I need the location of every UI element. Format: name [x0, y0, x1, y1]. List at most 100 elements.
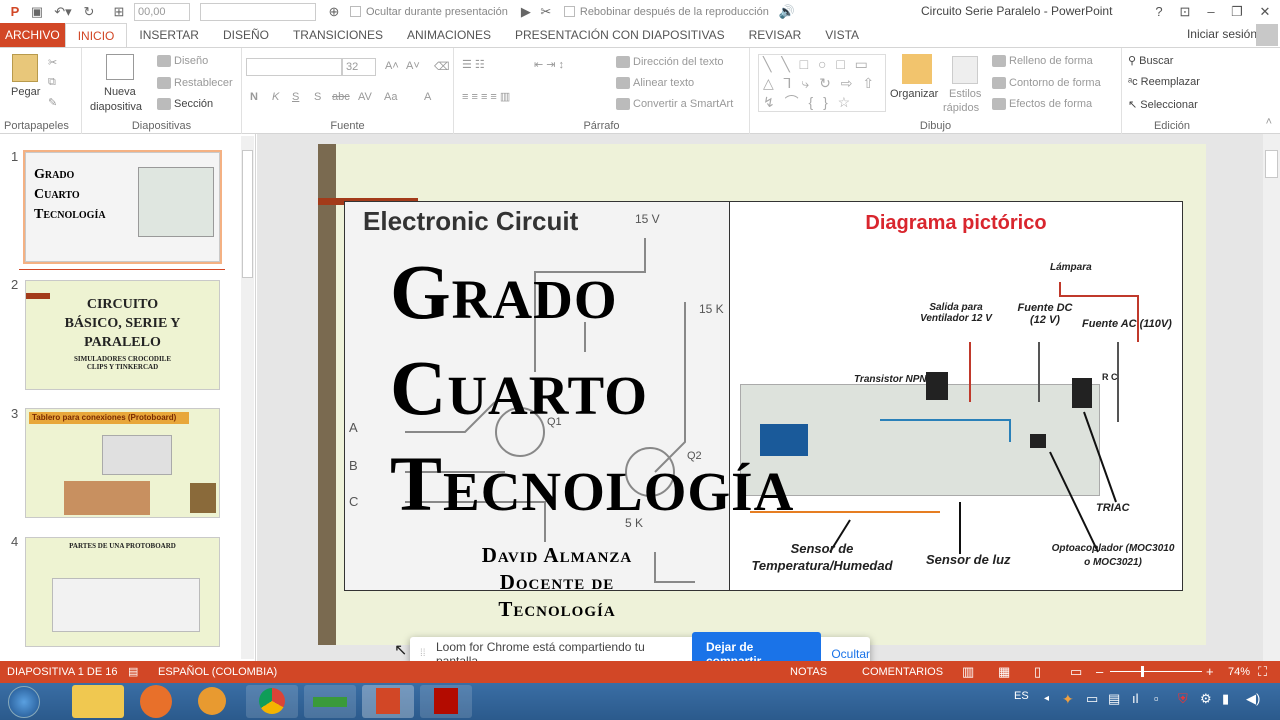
- save-icon[interactable]: ▣: [26, 0, 48, 23]
- language-status[interactable]: ESPAÑOL (COLOMBIA): [158, 666, 277, 678]
- slide-title[interactable]: Grado Cuarto Tecnología: [390, 244, 794, 532]
- restore-button[interactable]: ❐: [1224, 0, 1250, 23]
- current-slide[interactable]: Electronic Circuit 15 V 15 K 5 K Q1 Q2 A…: [318, 144, 1206, 645]
- input-language[interactable]: ES: [1014, 690, 1029, 702]
- strikethrough-button[interactable]: abc: [332, 91, 350, 103]
- cut-icon[interactable]: ✂: [48, 56, 57, 69]
- play-icon[interactable]: ▶: [516, 0, 536, 23]
- help-button[interactable]: ?: [1146, 0, 1172, 23]
- shadow-button[interactable]: S: [314, 91, 321, 103]
- align-text-button[interactable]: Alinear texto: [616, 77, 694, 90]
- slideshow-icon[interactable]: ▭: [1070, 664, 1082, 680]
- quick-styles-button[interactable]: Estilos: [949, 88, 981, 100]
- paste-icon[interactable]: [12, 54, 38, 82]
- powerpoint-taskbar-icon[interactable]: [362, 685, 414, 718]
- tray-keyboard-icon[interactable]: ▤: [1108, 691, 1120, 707]
- replace-button[interactable]: ᵃc Reemplazar: [1128, 76, 1200, 88]
- network-icon[interactable]: ıl: [1132, 691, 1139, 706]
- notes-button[interactable]: NOTAS: [790, 666, 827, 678]
- firefox-icon[interactable]: [140, 685, 172, 718]
- reset-button[interactable]: Restablecer: [157, 77, 233, 90]
- zoom-level[interactable]: 74%: [1228, 666, 1250, 678]
- volume-icon[interactable]: 🔊: [777, 0, 797, 23]
- new-slide-button[interactable]: Nueva: [104, 86, 136, 98]
- thumbnail-slide-2[interactable]: CIRCUITO BÁSICO, SERIE Y PARALELO SIMULA…: [25, 280, 220, 390]
- tab-insertar[interactable]: INSERTAR: [127, 23, 211, 47]
- volume-icon[interactable]: ◀): [1246, 691, 1260, 707]
- zoom-in-button[interactable]: +: [1206, 664, 1214, 679]
- undo-icon[interactable]: ↶▾: [48, 0, 78, 23]
- ribbon-display-icon[interactable]: ⊡: [1172, 0, 1198, 23]
- zoom-slider-thumb[interactable]: [1141, 666, 1144, 677]
- tray-gear-icon[interactable]: ⚙: [1200, 691, 1212, 707]
- select-button[interactable]: ↖ Seleccionar: [1128, 98, 1198, 111]
- tray-expand-icon[interactable]: ◂: [1044, 693, 1049, 704]
- sign-in-link[interactable]: Iniciar sesión: [1187, 27, 1257, 41]
- thumbnail-slide-1[interactable]: Grado Cuarto Tecnología: [23, 150, 222, 264]
- format-painter-icon[interactable]: ✎: [48, 96, 57, 109]
- shape-fill-button[interactable]: Relleno de forma: [992, 55, 1093, 68]
- new-slide-icon[interactable]: [106, 54, 134, 80]
- tray-monitor-icon[interactable]: ▭: [1086, 691, 1098, 707]
- arrange-icon[interactable]: [902, 54, 932, 84]
- redo-icon[interactable]: ↻: [78, 0, 100, 23]
- tray-app-icon[interactable]: ✦: [1062, 691, 1074, 708]
- avatar[interactable]: [1256, 24, 1278, 46]
- hide-during-presentation-checkbox[interactable]: [350, 6, 361, 17]
- editor-scrollbar[interactable]: [1263, 134, 1280, 661]
- scrollbar-thumb[interactable]: [242, 150, 253, 278]
- trim-icon[interactable]: ✂: [536, 0, 556, 23]
- add-icon[interactable]: ⊕: [324, 0, 344, 23]
- indent-icon[interactable]: ⇤ ⇥ ↕: [534, 58, 564, 71]
- char-spacing-button[interactable]: AV: [358, 91, 372, 103]
- zoom-slider[interactable]: [1110, 671, 1202, 672]
- chrome-icon[interactable]: [246, 685, 298, 718]
- font-size-value-input[interactable]: 00,00: [134, 2, 190, 21]
- hide-button[interactable]: Ocultar: [831, 647, 870, 661]
- copy-icon[interactable]: ⧉: [48, 76, 56, 89]
- font-family-dropdown[interactable]: [246, 58, 342, 76]
- battery-icon[interactable]: ▮: [1222, 691, 1229, 707]
- tab-archivo[interactable]: ARCHIVO: [0, 23, 65, 47]
- bold-button[interactable]: N: [250, 91, 258, 103]
- tab-vista[interactable]: VISTA: [813, 23, 871, 47]
- rewind-checkbox[interactable]: [563, 6, 575, 17]
- normal-view-icon[interactable]: ▥: [962, 664, 974, 680]
- font-size-dropdown[interactable]: 32: [342, 58, 376, 76]
- security-shield-icon[interactable]: ⛨: [1178, 691, 1188, 707]
- fit-slide-icon[interactable]: ⛶: [1258, 664, 1267, 680]
- quick-styles-icon[interactable]: [952, 56, 978, 84]
- slide-author[interactable]: David Almanza Docente de Tecnología: [454, 542, 660, 623]
- text-direction-button[interactable]: Dirección del texto: [616, 56, 724, 69]
- bullets-icon[interactable]: ☰ ☷: [462, 58, 485, 71]
- comments-button[interactable]: COMENTARIOS: [862, 666, 943, 678]
- layout-button[interactable]: Diseño: [157, 55, 208, 68]
- style-dropdown[interactable]: [200, 2, 316, 21]
- clear-format-icon[interactable]: ⌫: [434, 60, 450, 73]
- font-color-button[interactable]: A: [424, 91, 431, 103]
- close-button[interactable]: ✕: [1250, 0, 1280, 23]
- collapse-ribbon-icon[interactable]: ˄: [1266, 116, 1272, 128]
- start-button-icon[interactable]: [8, 686, 40, 718]
- section-button[interactable]: Sección: [157, 98, 213, 111]
- zoom-out-button[interactable]: –: [1096, 664, 1103, 679]
- align-icons[interactable]: ≡ ≡ ≡ ≡ ▥: [462, 90, 510, 103]
- find-button[interactable]: ⚲ Buscar: [1128, 54, 1173, 67]
- tray-window-icon[interactable]: ▫: [1154, 691, 1159, 706]
- smartart-button[interactable]: Convertir a SmartArt: [616, 98, 733, 111]
- thumbnail-slide-4[interactable]: PARTES DE UNA PROTOBOARD: [25, 537, 220, 647]
- tab-diseno[interactable]: DISEÑO: [211, 23, 281, 47]
- media-player-icon[interactable]: [198, 687, 226, 715]
- underline-button[interactable]: S: [292, 91, 299, 103]
- quick-styles-button-line2[interactable]: rápidos: [943, 102, 979, 114]
- tab-presentacion[interactable]: PRESENTACIÓN CON DIAPOSITIVAS: [503, 23, 737, 47]
- tab-inicio[interactable]: INICIO: [64, 23, 128, 48]
- grow-font-icon[interactable]: A˄: [385, 60, 399, 72]
- tab-revisar[interactable]: REVISAR: [737, 23, 814, 47]
- drag-handle-icon[interactable]: ⁞⁞: [420, 648, 426, 659]
- tab-transiciones[interactable]: TRANSICIONES: [281, 23, 395, 47]
- thumbnail-slide-3[interactable]: Tablero para conexiones (Protoboard): [25, 408, 220, 518]
- italic-button[interactable]: K: [272, 91, 279, 103]
- shrink-font-icon[interactable]: A˅: [406, 60, 420, 72]
- minimize-button[interactable]: –: [1198, 0, 1224, 23]
